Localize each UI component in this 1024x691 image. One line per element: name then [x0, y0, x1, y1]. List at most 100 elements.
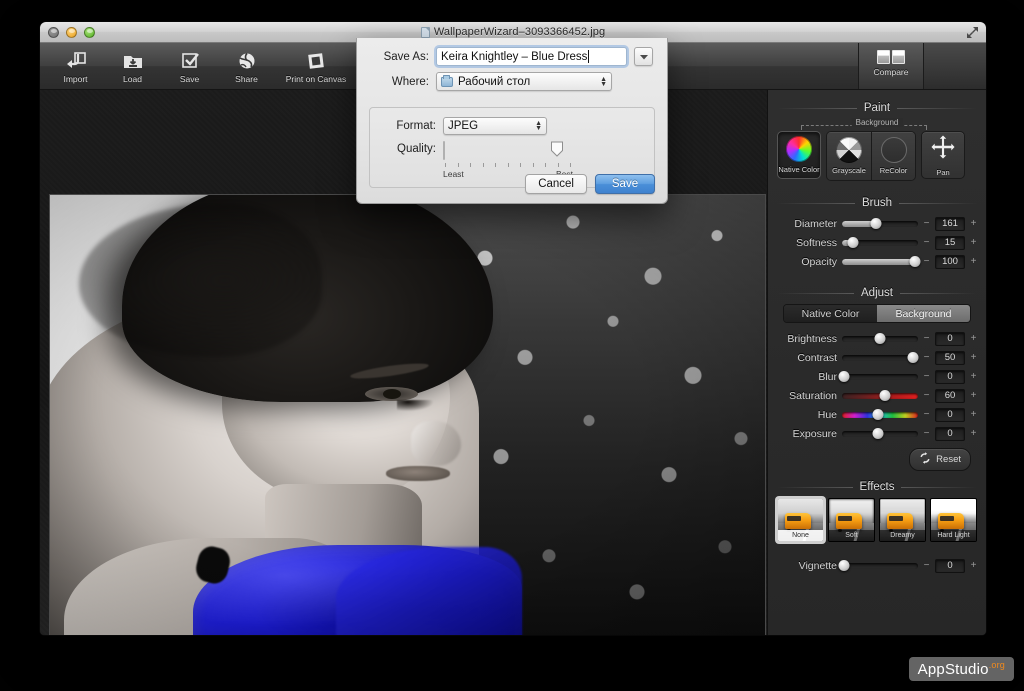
cancel-button[interactable]: Cancel: [525, 174, 587, 194]
paint-mode-grayscale[interactable]: Grayscale: [827, 132, 871, 180]
contrast-decrement[interactable]: −: [923, 352, 930, 363]
tab-background[interactable]: Background: [877, 305, 970, 322]
photo-subject-eyelash: [397, 400, 433, 412]
effect-hard-light[interactable]: Hard Light: [930, 498, 977, 542]
paint-mode-recolor[interactable]: ReColor: [871, 132, 915, 180]
slider-knob[interactable]: [907, 352, 918, 363]
contrast-label: Contrast: [777, 352, 837, 364]
brush-opacity-value[interactable]: 100: [935, 255, 965, 269]
adjust-exposure-row: Exposure − 0 +: [777, 424, 977, 443]
blur-increment[interactable]: +: [970, 371, 977, 382]
effect-dreamy[interactable]: Dreamy: [879, 498, 926, 542]
pan-label: Pan: [936, 168, 949, 177]
slider-knob[interactable]: [848, 237, 859, 248]
zoom-button[interactable]: [84, 27, 95, 38]
slider-knob[interactable]: [839, 560, 850, 571]
tab-native-color[interactable]: Native Color: [784, 305, 877, 322]
brush-opacity-increment[interactable]: +: [970, 256, 977, 267]
vignette-slider[interactable]: [842, 560, 918, 572]
brush-diameter-increment[interactable]: +: [970, 218, 977, 229]
save-label: Save: [180, 74, 199, 84]
load-button[interactable]: Load: [105, 47, 160, 84]
grayscale-label: Grayscale: [832, 166, 866, 175]
native-color-label: Native Color: [778, 165, 819, 174]
brightness-slider[interactable]: [842, 333, 918, 345]
format-popup-button[interactable]: JPEG ▲▼: [443, 117, 547, 135]
paint-mode-native-color[interactable]: Native Color: [777, 131, 821, 179]
paint-mode-pair: Grayscale ReColor: [826, 131, 916, 181]
filename-input[interactable]: Keira Knightley – Blue Dress: [436, 47, 627, 66]
slider-knob[interactable]: [909, 256, 920, 267]
contrast-slider[interactable]: [842, 352, 918, 364]
exposure-label: Exposure: [777, 428, 837, 440]
vignette-value[interactable]: 0: [935, 559, 965, 573]
save-confirm-button[interactable]: Save: [595, 174, 655, 194]
filename-expand-button[interactable]: [634, 47, 653, 66]
hue-increment[interactable]: +: [970, 409, 977, 420]
exposure-increment[interactable]: +: [970, 428, 977, 439]
slider-knob[interactable]: [873, 428, 884, 439]
vignette-decrement[interactable]: −: [923, 560, 930, 571]
brush-softness-decrement[interactable]: −: [923, 237, 930, 248]
saturation-slider[interactable]: [842, 390, 918, 402]
save-as-label: Save As:: [371, 51, 429, 63]
brush-section-header: Brush: [777, 197, 977, 209]
format-value: JPEG: [448, 120, 478, 132]
print-on-canvas-label: Print on Canvas: [286, 74, 346, 84]
exposure-value[interactable]: 0: [935, 427, 965, 441]
saturation-increment[interactable]: +: [970, 390, 977, 401]
slider-knob[interactable]: [873, 409, 884, 420]
effect-soft[interactable]: Soft: [828, 498, 875, 542]
import-button[interactable]: Import: [48, 47, 103, 84]
effect-none[interactable]: None: [777, 498, 824, 542]
fullscreen-arrows-icon[interactable]: [966, 26, 979, 39]
brush-softness-label: Softness: [777, 237, 837, 249]
brush-opacity-slider[interactable]: [842, 256, 918, 268]
reset-button[interactable]: Reset: [909, 448, 971, 471]
blur-decrement[interactable]: −: [923, 371, 930, 382]
slider-knob[interactable]: [875, 333, 886, 344]
blur-value[interactable]: 0: [935, 370, 965, 384]
brush-diameter-value[interactable]: 161: [935, 217, 965, 231]
brightness-value[interactable]: 0: [935, 332, 965, 346]
blur-slider[interactable]: [842, 371, 918, 383]
exposure-decrement[interactable]: −: [923, 428, 930, 439]
saturation-decrement[interactable]: −: [923, 390, 930, 401]
empty-circle-icon: [881, 137, 907, 163]
slider-knob[interactable]: [880, 390, 891, 401]
brush-softness-slider[interactable]: [842, 237, 918, 249]
edited-photo[interactable]: [49, 194, 766, 635]
brightness-increment[interactable]: +: [970, 333, 977, 344]
toolbar-right-pad: [924, 43, 986, 89]
saturation-value[interactable]: 60: [935, 389, 965, 403]
folder-download-icon: [122, 50, 144, 72]
share-button[interactable]: Share: [219, 47, 274, 84]
contrast-value[interactable]: 50: [935, 351, 965, 365]
brush-opacity-decrement[interactable]: −: [923, 256, 930, 267]
brush-diameter-slider[interactable]: [842, 218, 918, 230]
vignette-row: Vignette − 0 +: [777, 556, 977, 575]
close-button[interactable]: [48, 27, 59, 38]
quality-slider-knob[interactable]: [551, 141, 564, 157]
hue-slider[interactable]: [842, 409, 918, 421]
brush-softness-increment[interactable]: +: [970, 237, 977, 248]
exposure-slider[interactable]: [842, 428, 918, 440]
minimize-button[interactable]: [66, 27, 77, 38]
paint-mode-pan[interactable]: Pan: [921, 131, 965, 179]
print-on-canvas-button[interactable]: Print on Canvas: [276, 47, 356, 84]
brush-diameter-decrement[interactable]: −: [923, 218, 930, 229]
contrast-increment[interactable]: +: [970, 352, 977, 363]
slider-knob[interactable]: [839, 371, 850, 382]
brush-softness-value[interactable]: 15: [935, 236, 965, 250]
traffic-light-buttons: [48, 27, 95, 38]
compare-button[interactable]: Compare: [858, 43, 924, 89]
brightness-decrement[interactable]: −: [923, 333, 930, 344]
where-popup-button[interactable]: Рабочий стол ▲▼: [436, 72, 612, 91]
hue-decrement[interactable]: −: [923, 409, 930, 420]
slider-knob[interactable]: [871, 218, 882, 229]
save-button[interactable]: Save: [162, 47, 217, 84]
hue-value[interactable]: 0: [935, 408, 965, 422]
vignette-increment[interactable]: +: [970, 560, 977, 571]
recolor-label: ReColor: [880, 166, 908, 175]
window-title: WallpaperWizard–3093366452.jpg: [421, 26, 605, 38]
